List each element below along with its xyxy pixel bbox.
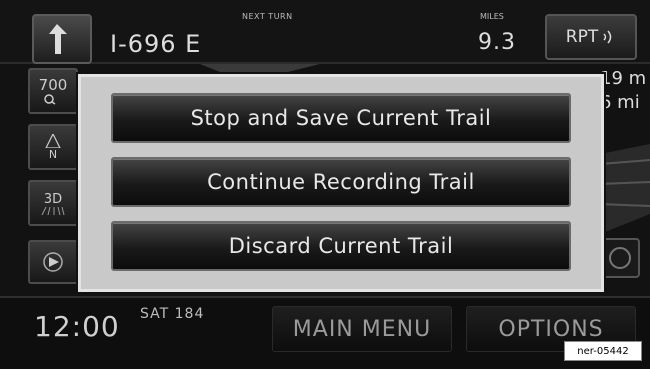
trail-recording-dialog: Stop and Save Current Trail Continue Rec… (78, 74, 604, 292)
top-bar: NEXT TURN I-696 E MILES 9.3 RPT (0, 0, 650, 64)
right-circle-button[interactable] (600, 238, 640, 278)
miles-label: MILES (480, 12, 504, 21)
speaker-sound-icon (603, 30, 612, 44)
continue-recording-trail-button[interactable]: Continue Recording Trail (111, 157, 571, 207)
stop-and-save-trail-button[interactable]: Stop and Save Current Trail (111, 93, 571, 143)
distance-readout-bottom: 6 mi (600, 92, 640, 113)
reference-code: ner-05442 (564, 341, 642, 361)
discard-trail-button[interactable]: Discard Current Trail (111, 221, 571, 271)
route-arrow-icon (43, 252, 63, 272)
view-mode-button[interactable]: 3D (28, 180, 78, 226)
distance-readout-top: 19 m (600, 68, 647, 89)
heading-label: N (48, 147, 58, 161)
repeat-label: RPT (565, 27, 599, 47)
radio-station: SAT 184 (140, 306, 205, 322)
heading-button[interactable]: N (28, 124, 78, 170)
miles-value: 9.3 (478, 30, 516, 55)
turn-left-arrow-icon (49, 24, 67, 54)
clock: 12:00 (34, 310, 120, 343)
magnifier-icon (44, 93, 56, 105)
view-mode-label: 3D (43, 191, 63, 207)
next-turn-label: NEXT TURN (242, 12, 293, 21)
grid-perspective-icon (41, 206, 65, 215)
zoom-label: 700 (38, 75, 68, 94)
navigation-screen: NEXT TURN I-696 E MILES 9.3 RPT 700 N 3D… (0, 0, 650, 369)
circle-icon (609, 247, 631, 269)
repeat-button[interactable]: RPT (545, 14, 637, 60)
route-button[interactable] (28, 240, 78, 284)
zoom-button[interactable]: 700 (28, 68, 78, 114)
bottom-bar: 12:00 SAT 184 MAIN MENU OPTIONS (0, 296, 650, 369)
compass-north-icon (45, 133, 61, 148)
road-name: I-696 E (110, 30, 202, 58)
turn-arrow-button[interactable] (32, 14, 92, 64)
main-menu-button[interactable]: MAIN MENU (272, 306, 452, 352)
